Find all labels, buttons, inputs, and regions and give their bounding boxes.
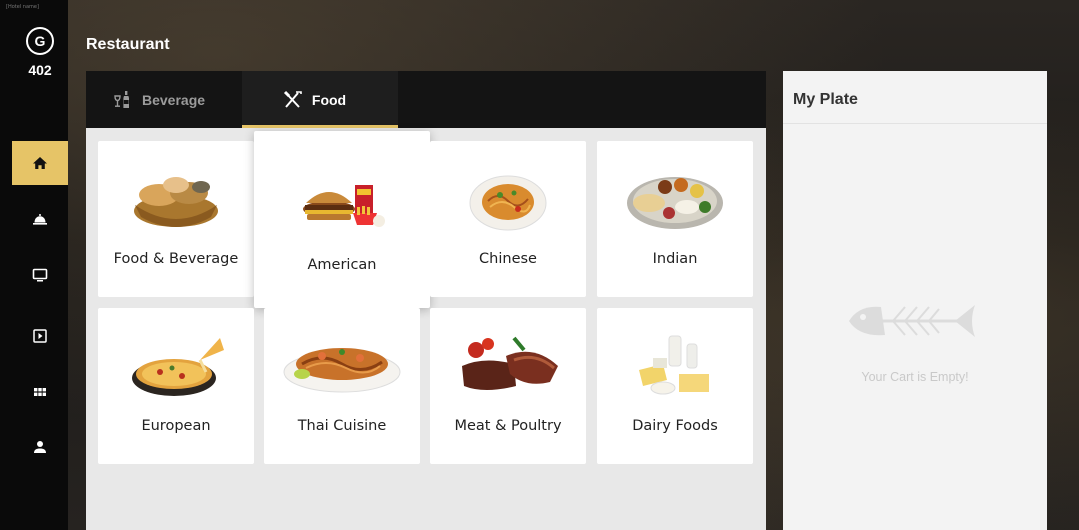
fork-knife-icon <box>283 90 302 108</box>
hotel-name-label: [Hotel name] <box>6 4 39 10</box>
my-plate-title: My Plate <box>783 71 1047 124</box>
dairy-image <box>639 335 709 395</box>
sidebar-item-tv[interactable] <box>12 253 68 297</box>
category-label: Dairy Foods <box>632 418 718 434</box>
play-box-icon <box>33 329 47 343</box>
category-label: European <box>141 418 211 434</box>
sidebar: [Hotel name] G 402 <box>0 0 68 530</box>
page-title: Restaurant <box>86 36 170 53</box>
pizza-image <box>132 338 224 396</box>
empty-cart-fish-bone-icon <box>849 305 975 337</box>
category-label: American <box>307 257 377 273</box>
category-label: Indian <box>652 251 698 267</box>
category-card-dairy-foods[interactable]: Dairy Foods <box>597 308 753 464</box>
my-plate-panel: My Plate Your Cart is Empty! <box>783 71 1047 530</box>
thali-plate-image <box>627 177 723 229</box>
category-card-european[interactable]: European <box>98 308 254 464</box>
avatar[interactable]: G <box>26 27 54 55</box>
steak-image <box>462 336 558 390</box>
category-card-meat-poultry[interactable]: Meat & Poultry <box>430 308 586 464</box>
category-label: Food & Beverage <box>113 251 239 267</box>
menu-panel: Beverage Food Food & Beverage American C… <box>86 71 766 530</box>
category-card-thai-cuisine[interactable]: Thai Cuisine <box>264 308 420 464</box>
category-label: Meat & Poultry <box>454 418 562 434</box>
empty-cart-message: Your Cart is Empty! <box>861 370 969 384</box>
user-icon <box>34 441 46 453</box>
tab-beverage-label: Beverage <box>142 91 206 108</box>
noodle-plate-image <box>469 175 547 231</box>
home-icon <box>33 157 47 169</box>
burger-meal-image <box>303 185 385 227</box>
pad-thai-image <box>283 348 401 393</box>
tab-food-label: Food <box>311 91 347 108</box>
category-tabs: Beverage Food <box>86 71 766 128</box>
sidebar-item-apps[interactable] <box>12 370 68 414</box>
category-card-chinese[interactable]: Chinese <box>430 141 586 297</box>
tab-beverage[interactable]: Beverage <box>112 71 205 128</box>
category-label: Chinese <box>479 251 537 267</box>
bread-basket-image <box>134 177 218 227</box>
category-card-food-beverage[interactable]: Food & Beverage <box>98 141 254 297</box>
grid-icon <box>34 388 46 396</box>
room-number: 402 <box>28 62 52 78</box>
sidebar-item-profile[interactable] <box>12 425 68 469</box>
wine-bottle-icon <box>114 90 129 108</box>
category-card-indian[interactable]: Indian <box>597 141 753 297</box>
tab-food[interactable]: Food <box>242 71 398 128</box>
sidebar-item-media[interactable] <box>12 314 68 358</box>
room-service-bell-icon <box>33 214 47 225</box>
category-label: Thai Cuisine <box>297 418 387 434</box>
active-tab-indicator <box>242 125 398 128</box>
sidebar-item-home[interactable] <box>12 141 68 185</box>
sidebar-item-room-service[interactable] <box>12 197 68 241</box>
monitor-icon <box>32 268 48 282</box>
category-card-american[interactable]: American <box>254 131 430 308</box>
